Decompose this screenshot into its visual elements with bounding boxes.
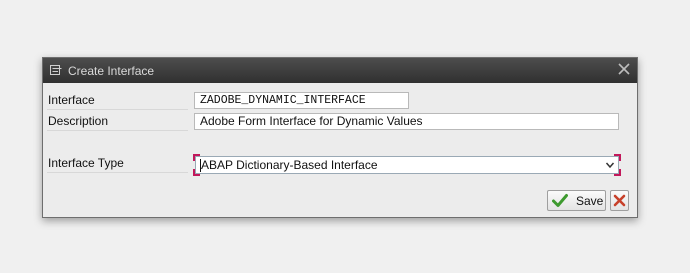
cancel-x-icon: [613, 194, 626, 207]
focus-corner: [614, 154, 621, 161]
form-icon: [50, 65, 62, 75]
save-button[interactable]: Save: [547, 190, 606, 211]
text-cursor: [200, 159, 201, 172]
interface-type-select[interactable]: ABAP Dictionary-Based Interface: [193, 154, 621, 176]
focus-corner: [193, 154, 200, 161]
description-label: Description: [47, 113, 188, 131]
close-icon[interactable]: [617, 62, 631, 76]
cancel-button[interactable]: [610, 190, 629, 211]
create-interface-dialog: Create Interface Interface ZADOBE_DYNAMI…: [42, 57, 638, 218]
interface-type-value: ABAP Dictionary-Based Interface: [201, 158, 378, 172]
dialog-titlebar: Create Interface: [43, 58, 637, 83]
interface-type-label: Interface Type: [47, 155, 188, 173]
save-label: Save: [576, 194, 604, 208]
checkmark-icon: [552, 194, 568, 207]
interface-label: Interface: [47, 92, 188, 110]
interface-name-field[interactable]: ZADOBE_DYNAMIC_INTERFACE: [194, 92, 409, 109]
description-field[interactable]: Adobe Form Interface for Dynamic Values: [194, 113, 619, 130]
dialog-title: Create Interface: [68, 64, 155, 78]
focus-corner: [193, 169, 200, 176]
focus-corner: [614, 169, 621, 176]
